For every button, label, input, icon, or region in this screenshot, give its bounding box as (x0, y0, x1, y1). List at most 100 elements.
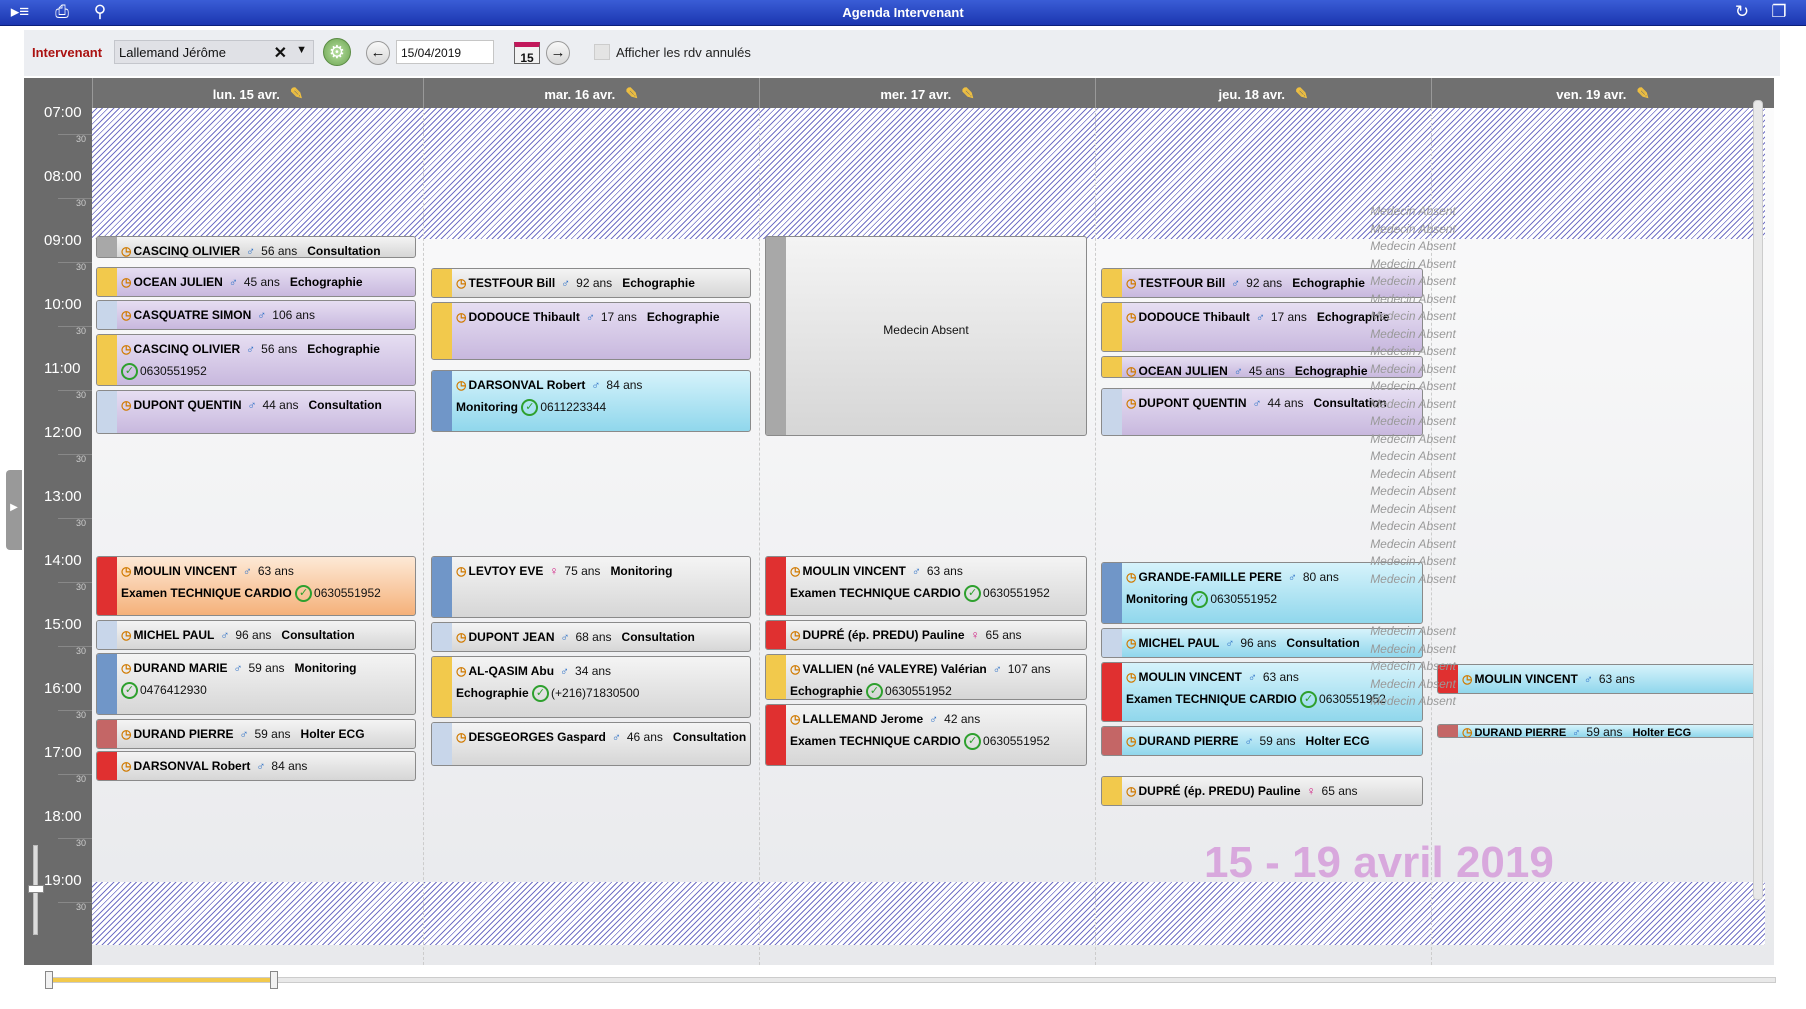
male-icon: ♂ (246, 342, 256, 356)
appointment-card[interactable]: ◷ LEVTOY EVE ♀ 75 ans Monitoring (431, 556, 751, 618)
absent-block[interactable]: Medecin Absent (765, 236, 1087, 436)
appointment-text: ◷ DARSONVAL Robert ♂ 84 ans (121, 755, 411, 777)
unavailable-morning (92, 108, 1765, 239)
appointment-card[interactable]: ◷ MOULIN VINCENT ♂ 63 ans Examen TECHNIQUE C… (765, 556, 1087, 616)
appointment-card[interactable]: ◷ OCEAN JULIEN ♂ 45 ans Echographie (96, 267, 416, 297)
appointment-card[interactable]: ◷ DUPONT JEAN ♂ 68 ans Consultation (431, 622, 751, 652)
appointment-card[interactable]: ◷ MOULIN VINCENT ♂ 63 ans Examen TECHNIQUE C… (96, 556, 416, 616)
status-bar (97, 621, 117, 649)
patient-name: GRANDE-FAMILLE PERE (1138, 570, 1282, 584)
day-label: mar. 16 avr. (544, 87, 616, 102)
patient-age: 42 ans (944, 712, 981, 726)
patient-name: MOULIN VINCENT (133, 564, 237, 578)
appointment-card[interactable]: ◷ TESTFOUR Bill ♂ 92 ans Echographie (431, 268, 751, 298)
appointment-text: ◷ DUPRÉ (ép. PREDU) Pauline ♀ 65 ans (790, 624, 1082, 646)
hour-label: 13:00 (44, 488, 82, 505)
clock-icon: ◷ (790, 628, 801, 642)
appointment-type: Consultation (281, 628, 355, 642)
clock-icon: ◷ (1126, 670, 1137, 684)
vertical-scrollbar[interactable] (1753, 100, 1763, 900)
horizontal-range-slider[interactable] (45, 971, 1776, 989)
appointment-type: Echographie (622, 276, 695, 290)
appointment-card[interactable]: ◷ AL-QASIM Abu ♂ 34 ans Echographie ✓ (+216)7… (431, 656, 751, 718)
edit-icon[interactable]: ✎ (1295, 87, 1308, 103)
show-cancelled-checkbox[interactable] (594, 44, 610, 60)
appointment-card[interactable]: ◷ LALLEMAND Jerome ♂ 42 ans Examen TECHNIQUE… (765, 704, 1087, 766)
appointment-card[interactable]: ◷ DUPRÉ (ép. PREDU) Pauline ♀ 65 ans (765, 620, 1087, 650)
side-panel-toggle[interactable]: ▶ (6, 470, 22, 550)
appointment-text: ◷ OCEAN JULIEN ♂ 45 ans Echographie (121, 271, 411, 293)
appointment-type: Examen TECHNIQUE CARDIO (121, 586, 292, 600)
status-bar (432, 269, 452, 297)
male-icon: ♂ (929, 712, 939, 726)
clear-icon[interactable]: ✕ (274, 43, 287, 63)
appointment-type: Examen TECHNIQUE CARDIO (1126, 692, 1297, 706)
patient-age: 75 ans (564, 564, 601, 578)
gear-icon[interactable]: ⚙ (323, 38, 351, 66)
hour-label: 07:00 (44, 104, 82, 121)
male-icon: ♂ (1583, 672, 1593, 686)
appointment-type: Holter ECG (1632, 727, 1692, 738)
edit-icon[interactable]: ✎ (290, 87, 303, 103)
phone-icon: ✓ (121, 682, 138, 700)
calendar-icon[interactable]: 15 (514, 42, 540, 65)
appointment-card[interactable]: ◷ DURAND PIERRE ♂ 59 ans Holter ECG (1437, 724, 1763, 738)
appointment-type: Monitoring (1126, 592, 1188, 606)
intervenant-select[interactable]: Lallemand Jérôme ✕ ▼ (114, 40, 314, 64)
next-week-button[interactable]: → (546, 41, 570, 65)
clock-icon: ◷ (456, 276, 467, 290)
appointment-card[interactable]: ◷ CASQUATRE SIMON ♂ 106 ans (96, 300, 416, 330)
edit-icon[interactable]: ✎ (1636, 87, 1649, 103)
patient-age: 56 ans (261, 342, 298, 356)
prev-week-button[interactable]: ← (366, 41, 390, 65)
edit-icon[interactable]: ✎ (625, 87, 638, 103)
male-icon: ♂ (591, 378, 601, 392)
absent-note: Medecin Absent (1370, 519, 1456, 533)
absent-note: Medecin Absent (1370, 659, 1456, 673)
appointment-card[interactable]: ◷ DARSONVAL Robert ♂ 84 ans (96, 751, 416, 781)
absent-note: Medecin Absent (1370, 641, 1456, 656)
male-icon: ♂ (585, 310, 595, 324)
appointment-card[interactable]: ◷ DESGEORGES Gaspard ♂ 46 ans Consultation (431, 722, 751, 766)
date-field[interactable]: 15/04/2019 (396, 40, 494, 64)
male-icon: ♂ (1231, 276, 1241, 290)
clock-icon: ◷ (121, 628, 132, 642)
appointment-card[interactable]: ◷ DURAND MARIE ♂ 59 ans Monitoring ✓ 047641293… (96, 653, 416, 715)
zoom-slider-thumb[interactable] (28, 885, 44, 893)
appointment-card[interactable]: ◷ DARSONVAL Robert ♂ 84 ans Monitoring ✓ 0611… (431, 370, 751, 432)
phone-icon: ✓ (1300, 691, 1318, 709)
appointment-card[interactable]: ◷ DUPRÉ (ép. PREDU) Pauline ♀ 65 ans (1101, 776, 1423, 806)
restore-icon[interactable]: ❐ (1767, 2, 1791, 22)
appointment-text: ◷ MOULIN VINCENT ♂ 63 ans Examen TECHNIQUE C… (121, 560, 411, 604)
clock-icon: ◷ (456, 730, 467, 744)
range-thumb-start[interactable] (45, 971, 53, 989)
appointment-card[interactable]: ◷ DUPONT QUENTIN ♂ 44 ans Consultation (1101, 388, 1423, 436)
appointment-card[interactable]: ◷ DURAND PIERRE ♂ 59 ans Holter ECG (1101, 726, 1423, 756)
patient-age: 92 ans (576, 276, 613, 290)
male-icon: ♂ (611, 730, 621, 744)
chevron-down-icon[interactable]: ▼ (296, 44, 307, 56)
status-bar (97, 557, 117, 615)
appointment-card[interactable]: ◷ MICHEL PAUL ♂ 96 ans Consultation (96, 620, 416, 650)
refresh-icon[interactable]: ↻ (1730, 2, 1754, 22)
hour-line (58, 710, 92, 711)
appointment-card[interactable]: ◷ CASCINQ OLIVIER ♂ 56 ans Echographie ✓ 06305… (96, 334, 416, 386)
patient-name: TESTFOUR Bill (1138, 276, 1226, 290)
clock-icon: ◷ (1126, 570, 1137, 584)
phone-number: 0476412930 (140, 683, 207, 697)
range-thumb-end[interactable] (270, 971, 278, 989)
patient-age: 17 ans (600, 310, 637, 324)
patient-age: 59 ans (254, 727, 291, 741)
appointment-text: ◷ DUPONT QUENTIN ♂ 44 ans Consultation (121, 394, 411, 416)
appointment-card[interactable]: ◷ DODOUCE Thibault ♂ 17 ans Echographie (431, 302, 751, 360)
clock-icon: ◷ (1126, 276, 1137, 290)
appointment-card[interactable]: ◷ CASCINQ OLIVIER ♂ 56 ans Consultation (96, 236, 416, 258)
appointment-card[interactable]: ◷ VALLIEN (né VALEYRE) Valérian ♂ 107 ans Ec… (765, 654, 1087, 700)
appointment-card[interactable]: ◷ DUPONT QUENTIN ♂ 44 ans Consultation (96, 390, 416, 434)
absent-note: Medecin Absent (1370, 554, 1456, 568)
edit-icon[interactable]: ✎ (961, 87, 974, 103)
hour-line (58, 454, 92, 455)
appointment-card[interactable]: ◷ DURAND PIERRE ♂ 59 ans Holter ECG (96, 719, 416, 749)
day-label: jeu. 18 avr. (1218, 87, 1286, 102)
status-bar (432, 303, 452, 359)
